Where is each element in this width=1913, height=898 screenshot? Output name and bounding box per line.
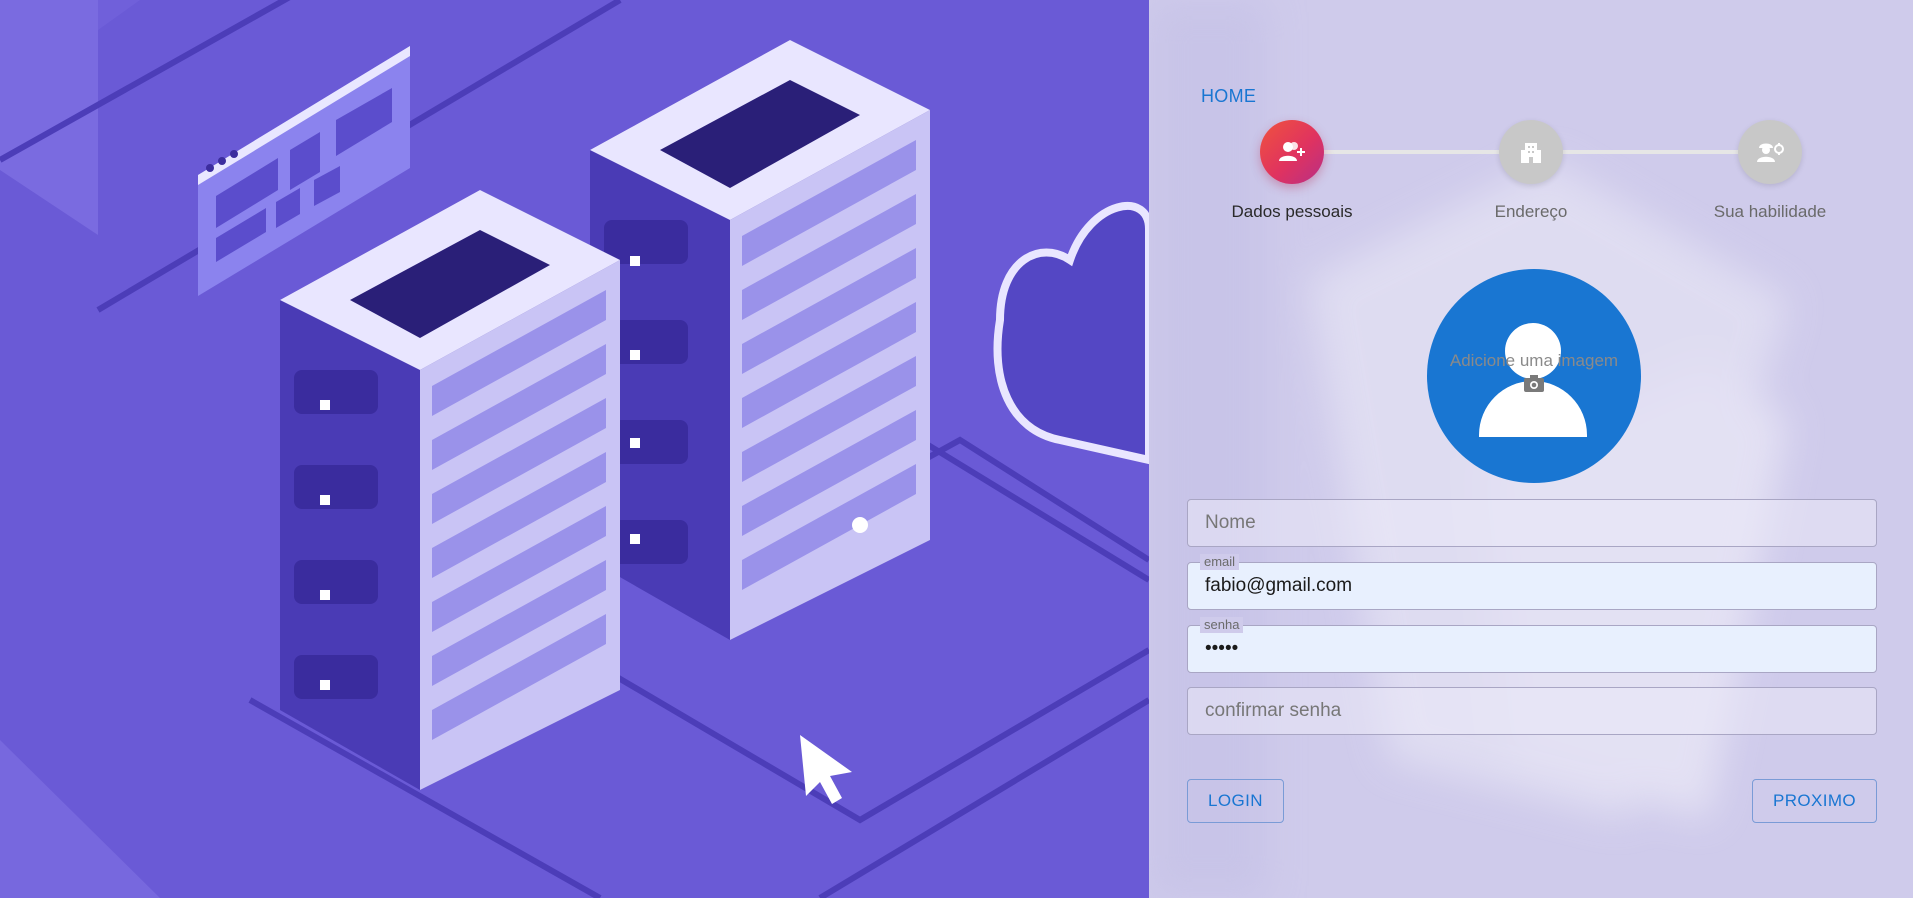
confirmar-senha-field[interactable] xyxy=(1187,687,1877,735)
senha-input[interactable] xyxy=(1188,626,1876,672)
person-add-icon xyxy=(1279,142,1305,161)
step-label-sua-habilidade: Sua habilidade xyxy=(1713,202,1827,221)
engineer-icon xyxy=(1757,143,1784,162)
stepper: Dados pessoais Endereço Sua habilidade xyxy=(1149,120,1913,230)
step-sua-habilidade[interactable]: Sua habilidade xyxy=(1680,120,1860,222)
senha-field[interactable]: senha xyxy=(1187,617,1877,673)
nome-field[interactable] xyxy=(1187,499,1877,547)
nome-input[interactable] xyxy=(1188,500,1876,546)
hero-illustration xyxy=(0,0,1149,898)
avatar-upload-caption: Adicione uma imagem xyxy=(1449,351,1619,370)
step-circle-sua-habilidade xyxy=(1738,120,1802,184)
email-input[interactable] xyxy=(1188,563,1876,609)
server-tower-front xyxy=(280,190,620,790)
step-label-dados-pessoais: Dados pessoais xyxy=(1231,202,1353,221)
signup-panel: HOME Dados pessoais Endereço Sua habilid… xyxy=(1149,0,1913,898)
login-button[interactable]: LOGIN xyxy=(1187,779,1284,823)
confirmar-senha-input[interactable] xyxy=(1188,688,1876,734)
camera-icon[interactable] xyxy=(1523,373,1545,393)
step-label-endereco: Endereço xyxy=(1494,202,1568,221)
step-dados-pessoais[interactable]: Dados pessoais xyxy=(1202,120,1382,222)
proximo-button[interactable]: PROXIMO xyxy=(1752,779,1877,823)
avatar-upload[interactable]: Adicione uma imagem xyxy=(1427,269,1641,483)
home-link[interactable]: HOME xyxy=(1201,86,1256,107)
step-circle-dados-pessoais xyxy=(1260,120,1324,184)
email-field[interactable]: email xyxy=(1187,554,1877,610)
step-circle-endereco xyxy=(1499,120,1563,184)
server-illustration xyxy=(0,0,1149,898)
building-icon xyxy=(1521,143,1541,163)
step-endereco[interactable]: Endereço xyxy=(1441,120,1621,222)
